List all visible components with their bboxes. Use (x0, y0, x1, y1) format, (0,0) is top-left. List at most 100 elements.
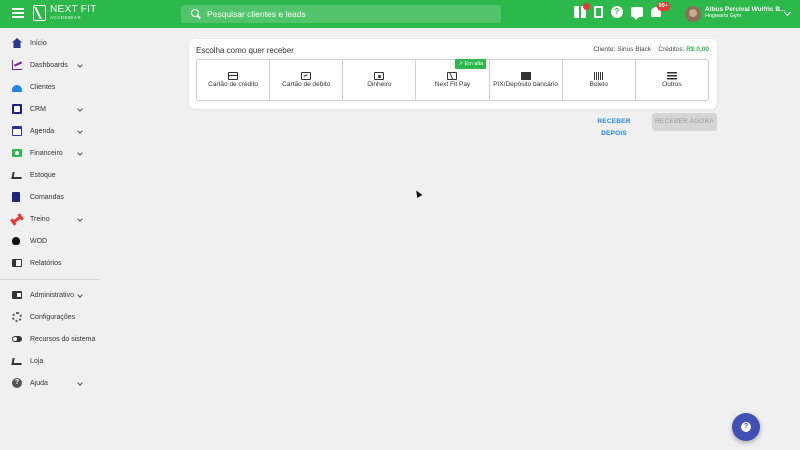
help-icon[interactable]: ? (611, 6, 623, 18)
method-nextfit-pay[interactable]: ↗ Em alta Next Fit Pay (416, 59, 490, 100)
payment-methods: Cartão de crédito Cartão de débito Dinhe… (196, 59, 709, 101)
help-fab-button[interactable]: ? (732, 413, 760, 441)
sidebar-item-relatorios[interactable]: Relatórios (0, 253, 100, 273)
pix-icon (520, 72, 531, 80)
chat-icon[interactable] (631, 7, 643, 20)
sidebar-item-clientes[interactable]: Clientes (0, 77, 100, 97)
sidebar-item-ajuda[interactable]: ? Ajuda (0, 373, 100, 393)
sidebar-item-label: Clientes (30, 83, 56, 91)
method-cash[interactable]: Dinheiro (343, 60, 417, 100)
method-debit-card[interactable]: Cartão de débito (270, 60, 344, 100)
method-credit-card[interactable]: Cartão de crédito (197, 60, 271, 100)
method-outros[interactable]: Outros (636, 60, 708, 100)
method-label: Cartão de débito (282, 81, 331, 88)
sidebar-item-treino[interactable]: Treino (0, 209, 100, 229)
chart-icon (12, 60, 22, 70)
sidebar-item-label: Dashboards (30, 61, 68, 69)
sidebar-item-administrativo[interactable]: Administrativo (0, 285, 100, 305)
sidebar-item-estoque[interactable]: Estoque (0, 165, 100, 185)
door-icon[interactable] (594, 6, 603, 18)
sidebar-item-financeiro[interactable]: Financeiro (0, 143, 100, 163)
method-label: Next Fit Pay (434, 81, 471, 88)
nextfit-logo-icon (33, 5, 46, 21)
brand-subtitle: ACADEMIAS (50, 15, 82, 21)
notification-dot (583, 3, 590, 10)
sidebar-item-label: Loja (30, 357, 44, 365)
trending-badge: ↗ Em alta (455, 59, 487, 69)
chevron-down-icon (77, 216, 83, 222)
sidebar-item-comandas[interactable]: Comandas (0, 187, 100, 207)
toggle-icon (12, 336, 22, 342)
calendar-icon (12, 126, 22, 136)
gear-icon (12, 312, 22, 322)
sidebar-item-configuracoes[interactable]: Configurações (0, 307, 100, 327)
debit-card-icon (301, 72, 312, 80)
client-name: Sirius Black (617, 46, 652, 53)
avatar[interactable] (685, 6, 701, 22)
crm-icon (12, 104, 22, 114)
sidebar-divider (0, 279, 100, 280)
sidebar-item-agenda[interactable]: Agenda (0, 121, 100, 141)
method-boleto[interactable]: Boleto (563, 60, 636, 100)
chevron-down-icon (77, 380, 83, 386)
sidebar-item-label: WOD (30, 237, 48, 245)
sidebar-item-wod[interactable]: WOD (0, 231, 100, 251)
cash-icon (374, 72, 385, 80)
menu-icon[interactable] (12, 8, 24, 20)
sidebar-item-label: Comandas (30, 193, 64, 201)
credit-card-icon (228, 72, 239, 80)
sidebar: Início Dashboards Clientes CRM Agenda Fi… (0, 28, 100, 450)
sidebar-item-dashboards[interactable]: Dashboards (0, 55, 100, 75)
help-icon: ? (12, 378, 22, 388)
user-menu[interactable]: Albus Percival Wulfric B... Hogwarts Gym (705, 6, 785, 19)
nextfit-pay-icon (447, 72, 458, 80)
sidebar-item-label: CRM (30, 105, 46, 113)
chevron-down-icon (77, 150, 83, 156)
search-bar (181, 5, 501, 23)
method-label: Cartão de crédito (208, 81, 258, 88)
list-icon (666, 72, 677, 80)
sidebar-item-label: Estoque (30, 171, 56, 179)
method-label: PIX/Depósito bancário (493, 81, 558, 88)
id-card-icon (12, 291, 22, 299)
method-pix[interactable]: PIX/Depósito bancário (490, 60, 563, 100)
sidebar-item-loja[interactable]: Loja (0, 351, 100, 371)
gift-icon[interactable] (574, 3, 590, 18)
kettlebell-icon (12, 237, 20, 245)
client-info: Cliente: Sirius Black Créditos: R$ 0,00 (593, 46, 709, 53)
sidebar-item-crm[interactable]: CRM (0, 99, 100, 119)
brand-title: NEXT FIT (50, 4, 97, 16)
home-icon (12, 38, 22, 48)
sidebar-item-label: Relatórios (30, 259, 62, 267)
trending-label: Em alta (464, 61, 484, 67)
report-icon (12, 259, 22, 267)
credits-label: Créditos: (658, 46, 685, 53)
method-label: Dinheiro (367, 81, 392, 88)
chevron-down-icon (77, 106, 83, 112)
dumbbell-icon (12, 215, 22, 224)
chevron-down-icon (77, 292, 83, 298)
sidebar-item-label: Ajuda (30, 379, 48, 387)
method-label: Outros (662, 81, 682, 88)
receive-later-button[interactable]: RECEBER DEPOIS (584, 116, 644, 137)
payment-card: Escolha como quer receber Cliente: Siriu… (189, 39, 717, 109)
cart-icon (11, 357, 23, 365)
receive-now-button[interactable]: RECEBER AGORA (652, 113, 717, 131)
sidebar-item-inicio[interactable]: Início (0, 33, 100, 53)
mouse-cursor (413, 188, 423, 199)
search-input[interactable] (207, 9, 487, 19)
top-bar: NEXT FIT ACADEMIAS ? 99+ Albus Percival … (0, 0, 800, 28)
people-icon (12, 85, 22, 92)
sidebar-item-label: Treino (30, 215, 50, 223)
credits-value: R$ 0,00 (686, 46, 709, 53)
sidebar-item-label: Financeiro (30, 149, 63, 157)
barcode-icon (593, 72, 604, 80)
book-icon (12, 192, 20, 202)
bell-icon[interactable]: 99+ (651, 2, 670, 17)
brand-logo[interactable]: NEXT FIT ACADEMIAS (33, 5, 97, 21)
money-icon (12, 149, 22, 157)
sidebar-item-recursos[interactable]: Recursos do sistema (0, 329, 100, 349)
chevron-down-icon (77, 62, 83, 68)
sidebar-item-label: Administrativo (30, 291, 74, 299)
cart-icon (11, 171, 23, 179)
